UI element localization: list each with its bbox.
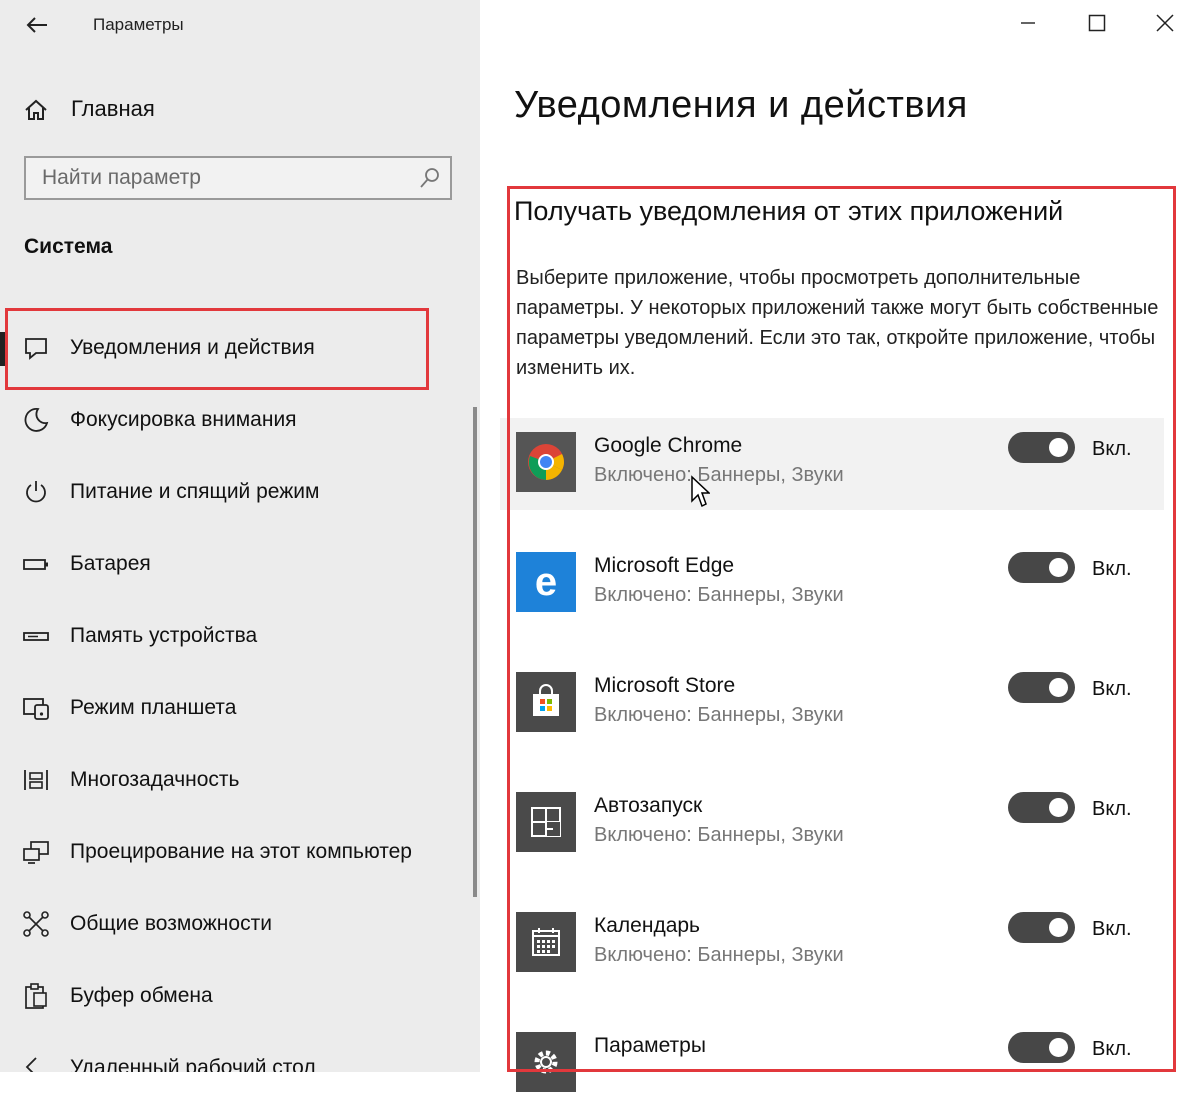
sidebar-item-battery[interactable]: Батарея (0, 534, 470, 594)
sidebar-item-label: Буфер обмена (70, 984, 213, 1007)
sidebar-item-remote-desktop[interactable]: Удаленный рабочий стол (0, 1038, 470, 1072)
sidebar-item-label: Режим планшета (70, 696, 237, 719)
highlight-annotation (5, 308, 429, 390)
tablet-icon (23, 698, 49, 720)
page-title: Уведомления и действия (514, 84, 968, 126)
sidebar-item-tablet[interactable]: Режим планшета (0, 678, 470, 738)
power-icon (26, 481, 46, 503)
minimize-button[interactable] (1000, 0, 1056, 46)
sidebar-item-project[interactable]: Проецирование на этот компьютер (0, 822, 470, 882)
home-icon (25, 99, 47, 120)
sidebar-item-label: Питание и спящий режим (70, 480, 320, 503)
highlight-annotation (507, 186, 1176, 1072)
search-input[interactable] (26, 158, 422, 198)
home-label: Главная (71, 96, 155, 121)
close-icon (1156, 14, 1174, 32)
moon-icon (24, 408, 49, 432)
back-arrow-icon (26, 17, 47, 33)
back-button[interactable] (20, 8, 54, 42)
project-icon (23, 841, 49, 864)
clipboard-icon (25, 983, 47, 1009)
search-icon[interactable] (418, 166, 442, 190)
remote-desktop-icon (25, 1057, 37, 1072)
sidebar-item-label: Удаленный рабочий стол (70, 1056, 316, 1072)
sidebar: Параметры Главная Система Уведомления и … (0, 0, 480, 1072)
maximize-icon (1088, 14, 1106, 32)
sidebar-item-focus[interactable]: Фокусировка внимания (0, 390, 470, 450)
sidebar-scrollbar[interactable] (473, 407, 477, 897)
app-title: Параметры (93, 15, 184, 34)
home-nav-item[interactable]: Главная (0, 86, 480, 132)
sidebar-item-shared[interactable]: Общие возможности (0, 894, 470, 954)
sidebar-item-clipboard[interactable]: Буфер обмена (0, 966, 470, 1026)
storage-icon (23, 632, 49, 641)
sidebar-item-power[interactable]: Питание и спящий режим (0, 462, 470, 522)
mouse-cursor-icon (691, 475, 710, 508)
multitask-icon (24, 770, 48, 790)
sidebar-item-label: Проецирование на этот компьютер (70, 840, 412, 863)
sidebar-item-label: Общие возможности (70, 912, 272, 935)
sidebar-item-label: Многозадачность (70, 768, 240, 791)
minimize-icon (1021, 22, 1035, 24)
sidebar-titlebar: Параметры (0, 0, 480, 50)
sidebar-item-storage[interactable]: Память устройства (0, 606, 470, 666)
sidebar-item-label: Фокусировка внимания (70, 408, 297, 431)
sidebar-item-multitask[interactable]: Многозадачность (0, 750, 470, 810)
close-button[interactable] (1137, 0, 1193, 46)
battery-icon (23, 559, 48, 570)
search-box[interactable] (24, 156, 452, 200)
maximize-button[interactable] (1069, 0, 1125, 46)
main-panel: Уведомления и действия Получать уведомле… (480, 0, 1200, 1092)
section-title: Система (24, 235, 113, 258)
shared-icon (23, 911, 49, 937)
sidebar-item-label: Батарея (70, 552, 151, 575)
sidebar-item-label: Память устройства (70, 624, 258, 647)
